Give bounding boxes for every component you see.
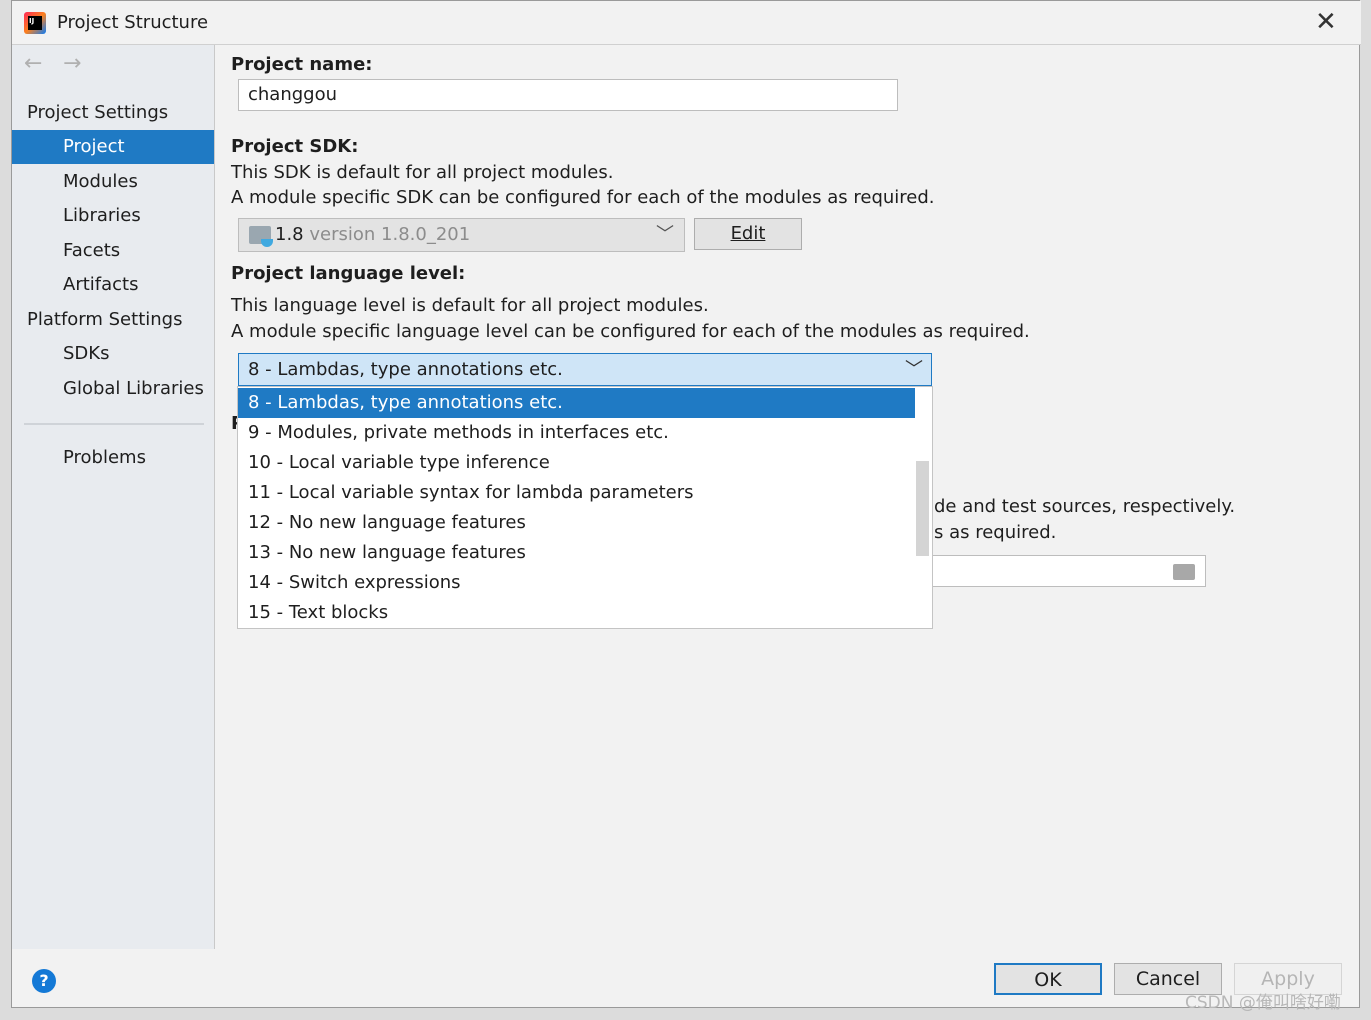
language-description-2: A module specific language level can be … [231, 321, 1030, 342]
sdk-dropdown[interactable]: 1.8 version 1.8.0_201 ﹀ [238, 218, 685, 252]
project-name-label: Project name: [231, 54, 373, 75]
sdk-version: version 1.8.0_201 [309, 224, 471, 245]
platform-settings-header: Platform Settings [27, 309, 183, 330]
project-settings-header: Project Settings [27, 102, 169, 123]
language-level-option[interactable]: 9 - Modules, private methods in interfac… [238, 418, 915, 448]
language-level-option[interactable]: 15 - Text blocks [238, 598, 915, 628]
language-level-value: 8 - Lambdas, type annotations etc. [248, 359, 563, 380]
folder-icon[interactable] [1173, 564, 1195, 580]
language-level-option[interactable]: 10 - Local variable type inference [238, 448, 915, 478]
sidebar-item-libraries[interactable]: Libraries [12, 199, 214, 233]
sidebar-item-problems[interactable]: Problems [12, 441, 214, 475]
project-structure-dialog: IJ Project Structure ✕ ← → Project Setti… [11, 0, 1361, 1008]
hidden-text-fragment-1: de and test sources, respectively. [934, 496, 1236, 517]
sidebar-item-sdks[interactable]: SDKs [12, 337, 214, 371]
dialog-title: Project Structure [57, 12, 209, 33]
sidebar-item-facets[interactable]: Facets [12, 234, 214, 268]
sdk-name: 1.8 [275, 224, 304, 245]
close-icon[interactable]: ✕ [1315, 7, 1337, 37]
language-level-option[interactable]: 11 - Local variable syntax for lambda pa… [238, 478, 915, 508]
language-level-option[interactable]: 14 - Switch expressions [238, 568, 915, 598]
project-sdk-label: Project SDK: [231, 136, 359, 157]
sdk-description-1: This SDK is default for all project modu… [231, 162, 614, 183]
chevron-down-icon: ﹀ [905, 359, 923, 380]
language-level-option[interactable]: 12 - No new language features [238, 508, 915, 538]
forward-arrow-icon[interactable]: → [63, 51, 81, 76]
jdk-folder-icon [249, 226, 273, 247]
project-name-input[interactable]: changgou [238, 79, 898, 111]
edit-button[interactable]: Edit [694, 218, 802, 250]
language-level-options-list: 8 - Lambdas, type annotations etc. 9 - Mo… [237, 386, 933, 629]
divider [24, 423, 204, 425]
output-path-input[interactable] [922, 555, 1206, 587]
language-level-option[interactable]: 8 - Lambdas, type annotations etc. [238, 388, 915, 418]
watermark: CSDN @俺叫啥好嘞 [1185, 993, 1341, 1013]
sidebar-item-global-libraries[interactable]: Global Libraries [12, 372, 214, 406]
title-bar: IJ Project Structure ✕ [12, 1, 1361, 45]
language-level-option[interactable]: 13 - No new language features [238, 538, 915, 568]
sidebar-item-project[interactable]: Project [12, 130, 214, 164]
ok-button[interactable]: OK [994, 963, 1102, 995]
help-icon[interactable]: ? [32, 969, 56, 993]
sidebar-item-modules[interactable]: Modules [12, 165, 214, 199]
intellij-icon: IJ [24, 12, 46, 34]
sidebar: ← → Project Settings Project Modules Lib… [12, 45, 215, 949]
scrollbar[interactable] [916, 461, 929, 556]
sidebar-item-artifacts[interactable]: Artifacts [12, 268, 214, 302]
language-level-label: Project language level: [231, 263, 466, 284]
sdk-description-2: A module specific SDK can be configured … [231, 187, 935, 208]
language-level-dropdown[interactable]: 8 - Lambdas, type annotations etc. ﹀ [238, 353, 932, 386]
language-description-1: This language level is default for all p… [231, 295, 709, 316]
hidden-text-fragment-2: s as required. [934, 522, 1057, 543]
chevron-down-icon: ﹀ [656, 224, 674, 245]
back-arrow-icon[interactable]: ← [24, 51, 42, 76]
